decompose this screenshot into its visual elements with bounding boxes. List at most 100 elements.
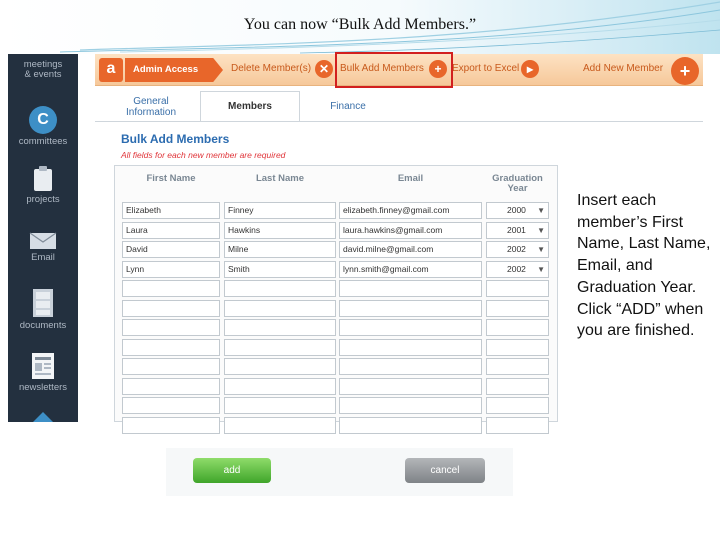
dropdown-arrow-icon: ▼ [537, 206, 545, 215]
bulk-add-highlight-box [335, 52, 453, 88]
first-name-field[interactable] [122, 378, 220, 395]
first-name-field[interactable] [122, 319, 220, 336]
sidebar-item-newsletters[interactable]: newsletters [8, 352, 78, 393]
cell-value: Milne [228, 244, 249, 254]
dropdown-arrow-icon: ▼ [537, 245, 545, 254]
sidebar-item-committees[interactable]: C committees [8, 106, 78, 147]
last-name-field[interactable]: Finney [224, 202, 336, 219]
first-name-field[interactable]: Laura [122, 222, 220, 239]
add-new-member-icon[interactable]: + [671, 57, 699, 85]
delete-members-button[interactable]: Delete Member(s) [231, 63, 311, 74]
graduation-year-select[interactable] [486, 358, 549, 375]
graduation-year-select[interactable]: 2001 ▼ [486, 222, 549, 239]
email-field[interactable] [339, 378, 482, 395]
cell-value: 2002 [507, 264, 526, 274]
graduation-year-select[interactable] [486, 397, 549, 414]
last-name-field[interactable] [224, 300, 336, 317]
graduation-year-select[interactable] [486, 280, 549, 297]
panel-title: Bulk Add Members [121, 132, 230, 146]
graduation-year-select[interactable]: 2002 ▼ [486, 261, 549, 278]
tab-label: General [133, 96, 169, 107]
tab-members[interactable]: Members [200, 91, 300, 122]
cell-value: 2001 [507, 225, 526, 235]
delete-member-icon: ✕ [315, 60, 333, 78]
last-name-field[interactable] [224, 280, 336, 297]
last-name-field[interactable]: Hawkins [224, 222, 336, 239]
last-name-field[interactable] [224, 378, 336, 395]
cell-value: Finney [228, 205, 254, 215]
email-field[interactable] [339, 280, 482, 297]
last-name-field[interactable] [224, 417, 336, 434]
last-name-field[interactable] [224, 358, 336, 375]
cell-value: Lynn [126, 264, 145, 274]
column-header-label: Year [507, 183, 528, 194]
email-field[interactable]: lynn.smith@gmail.com [339, 261, 482, 278]
last-name-field[interactable]: Smith [224, 261, 336, 278]
first-name-field[interactable] [122, 358, 220, 375]
clipboard-icon [34, 166, 52, 191]
first-name-field[interactable] [122, 280, 220, 297]
sidebar-item-documents[interactable]: documents [8, 288, 78, 331]
email-field[interactable]: david.milne@gmail.com [339, 241, 482, 258]
excel-icon: ▸ [521, 60, 539, 78]
last-name-field[interactable] [224, 339, 336, 356]
first-name-field[interactable]: Elizabeth [122, 202, 220, 219]
first-name-field[interactable] [122, 300, 220, 317]
email-field[interactable]: elizabeth.finney@gmail.com [339, 202, 482, 219]
admin-access-button[interactable]: Admin Access [125, 58, 223, 82]
graduation-year-select[interactable] [486, 378, 549, 395]
column-header-last-name: Last Name [255, 173, 305, 184]
instruction-callout: Insert each member’s First Name, Last Na… [577, 192, 711, 340]
first-name-field[interactable]: David [122, 241, 220, 258]
tab-general-information[interactable]: General Information [122, 96, 180, 118]
sidebar-item-label: & events [24, 69, 62, 80]
graduation-year-select[interactable]: 2000 ▼ [486, 202, 549, 219]
last-name-field[interactable]: Milne [224, 241, 336, 258]
email-field[interactable] [339, 319, 482, 336]
slide-title: You can now “Bulk Add Members.” [243, 16, 477, 33]
tab-finance[interactable]: Finance [320, 101, 376, 112]
graduation-year-select[interactable]: 2002 ▼ [486, 241, 549, 258]
export-to-excel-button[interactable]: Export to Excel [452, 63, 519, 74]
app-logo: a [99, 58, 123, 82]
cancel-button[interactable]: cancel [405, 458, 485, 483]
sidebar-item-email[interactable]: Email [8, 232, 78, 263]
email-field[interactable] [339, 339, 482, 356]
cell-value: david.milne@gmail.com [343, 244, 434, 254]
last-name-field[interactable] [224, 319, 336, 336]
email-field[interactable] [339, 300, 482, 317]
graduation-year-select[interactable] [486, 300, 549, 317]
email-field[interactable] [339, 358, 482, 375]
first-name-field[interactable] [122, 397, 220, 414]
slide: You can now “Bulk Add Members.” meetings… [0, 0, 720, 540]
add-button[interactable]: add [193, 458, 271, 483]
sidebar-item-meetings-events[interactable]: meetings & events [8, 60, 78, 80]
file-cabinet-icon [33, 289, 53, 317]
column-header-graduation-year: Graduation Year [486, 174, 549, 194]
cell-value: 2002 [507, 244, 526, 254]
cell-value: Elizabeth [126, 205, 161, 215]
sidebar-item-projects[interactable]: projects [8, 166, 78, 205]
email-field[interactable] [339, 417, 482, 434]
graduation-year-select[interactable] [486, 319, 549, 336]
chevron-up-icon[interactable] [33, 408, 53, 422]
tab-label: Information [125, 107, 177, 118]
cell-value: lynn.smith@gmail.com [343, 264, 429, 274]
first-name-field[interactable] [122, 417, 220, 434]
add-new-member-button[interactable]: Add New Member [583, 63, 663, 74]
graduation-year-select[interactable] [486, 339, 549, 356]
graduation-year-select[interactable] [486, 417, 549, 434]
cell-value: Hawkins [228, 225, 261, 235]
email-field[interactable]: laura.hawkins@gmail.com [339, 222, 482, 239]
first-name-field[interactable] [122, 339, 220, 356]
last-name-field[interactable] [224, 397, 336, 414]
dropdown-arrow-icon: ▼ [537, 226, 545, 235]
sidebar-item-label: Email [31, 252, 55, 263]
first-name-field[interactable]: Lynn [122, 261, 220, 278]
email-field[interactable] [339, 397, 482, 414]
cell-value: Laura [126, 225, 148, 235]
sidebar-item-label: committees [18, 136, 68, 147]
dropdown-arrow-icon: ▼ [537, 265, 545, 274]
sidebar: meetings & events C committees projects … [8, 54, 78, 422]
committees-icon: C [29, 106, 57, 134]
